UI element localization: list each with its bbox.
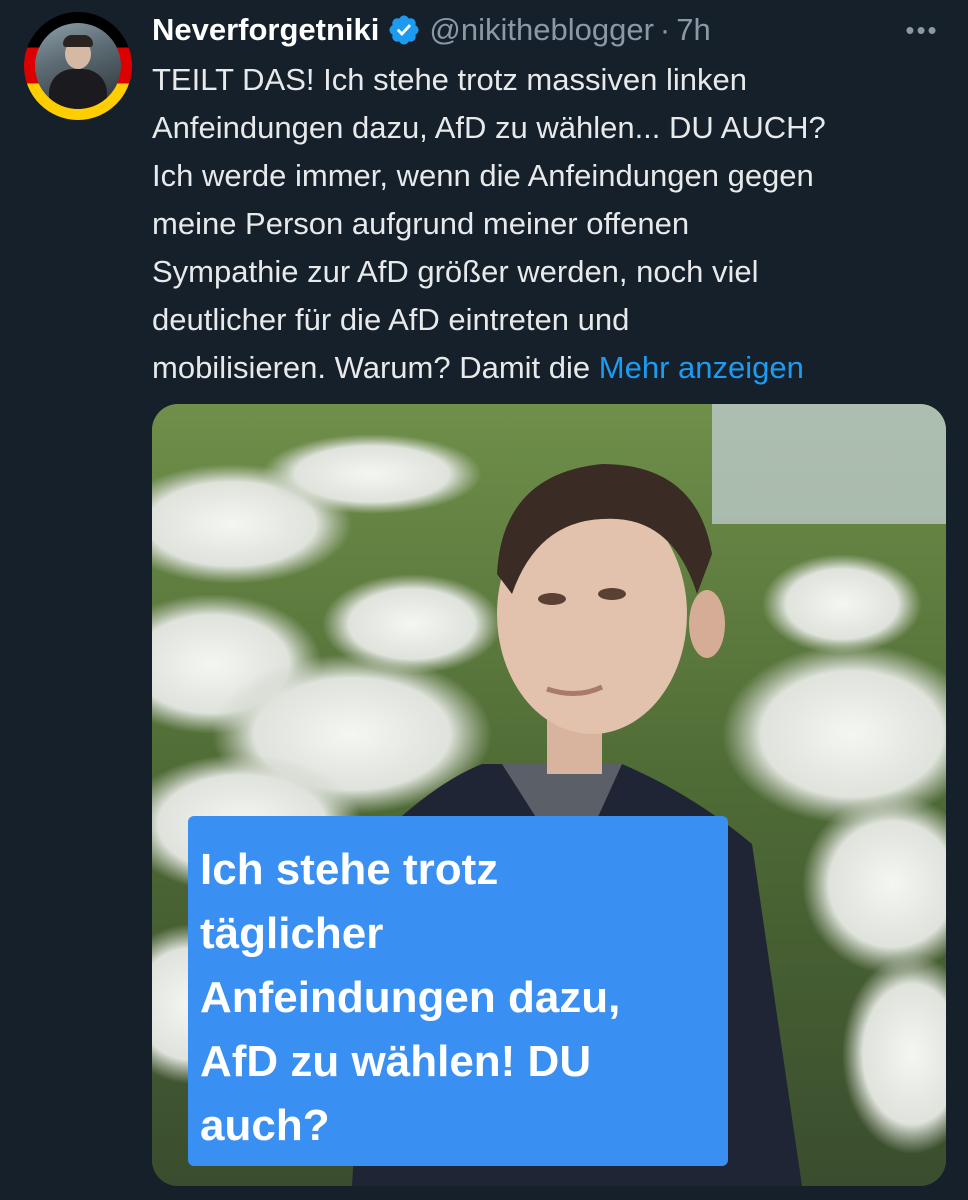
- avatar-hair-shape: [63, 35, 93, 47]
- overlay-text-line: auch?: [200, 1101, 330, 1150]
- separator-dot: ·: [659, 12, 671, 47]
- tweet-text-line: Sympathie zur AfD größer werden, noch vi…: [152, 254, 759, 289]
- tweet-text-line: deutlicher für die AfD eintreten und: [152, 302, 630, 337]
- overlay-text-line: täglicher: [200, 909, 384, 958]
- tweet-text-line-last: mobilisieren. Warum? Damit die Mehr anze…: [152, 344, 952, 392]
- tweet-media-image[interactable]: Ich stehe trotz täglicher Anfeindungen d…: [152, 404, 946, 1186]
- overlay-text-line: Ich stehe trotz: [200, 845, 499, 894]
- overlay-text-line: AfD zu wählen! DU: [200, 1037, 592, 1086]
- more-icon: •••: [905, 14, 939, 45]
- avatar-photo: [35, 23, 121, 109]
- tweet-text-line: meine Person aufgrund meiner offenen: [152, 206, 690, 241]
- more-options-button[interactable]: •••: [900, 12, 944, 48]
- tweet-text: TEILT DAS! Ich stehe trotz massiven link…: [152, 56, 952, 392]
- tweet: Neverforgetniki @nikitheblogger · 7h •••…: [0, 0, 968, 1200]
- tweet-text-line: TEILT DAS! Ich stehe trotz massiven link…: [152, 62, 747, 97]
- user-handle[interactable]: @nikitheblogger: [429, 12, 654, 48]
- avatar[interactable]: [24, 12, 132, 120]
- verified-badge-icon: [389, 15, 419, 45]
- tweet-text-line: Ich werde immer, wenn die Anfeindungen g…: [152, 158, 814, 193]
- show-more-link[interactable]: Mehr anzeigen: [599, 350, 804, 385]
- display-name[interactable]: Neverforgetniki: [152, 12, 379, 48]
- tweet-text-line: Anfeindungen dazu, AfD zu wählen... DU A…: [152, 110, 826, 145]
- avatar-body-shape: [49, 69, 107, 109]
- tweet-text-fragment: mobilisieren. Warum? Damit die: [152, 350, 591, 385]
- image-text-overlay: Ich stehe trotz täglicher Anfeindungen d…: [188, 816, 728, 1166]
- timestamp[interactable]: 7h: [676, 12, 710, 48]
- tweet-header: Neverforgetniki @nikitheblogger · 7h: [152, 8, 711, 52]
- overlay-text-line: Anfeindungen dazu,: [200, 973, 621, 1022]
